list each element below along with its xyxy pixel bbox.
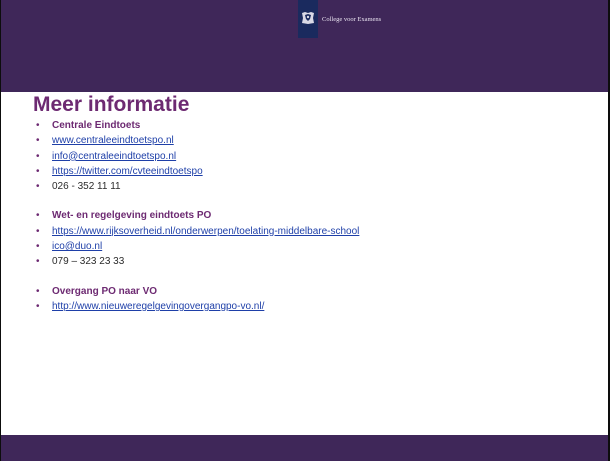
bullet-icon: • bbox=[36, 256, 40, 268]
section-heading: • Centrale Eindtoets bbox=[36, 118, 359, 133]
spacer bbox=[36, 270, 359, 284]
spacer bbox=[36, 194, 359, 208]
link-email-ico[interactable]: • ico@duo.nl bbox=[36, 239, 359, 254]
section-heading: • Wet- en regelgeving eindtoets PO bbox=[36, 208, 359, 223]
link-centraleeindtoetspo[interactable]: • www.centraleeindtoetspo.nl bbox=[36, 133, 359, 148]
page-title: Meer informatie bbox=[33, 93, 190, 116]
brand-name: College voor Examens bbox=[322, 16, 382, 23]
bullet-icon: • bbox=[36, 210, 40, 222]
frame-edge bbox=[0, 0, 1, 461]
bullet-icon: • bbox=[36, 225, 40, 237]
link-rijksoverheid[interactable]: • https://www.rijksoverheid.nl/onderwerpe… bbox=[36, 224, 359, 239]
rijksoverheid-emblem-icon bbox=[298, 0, 318, 38]
link-email-info[interactable]: • info@centraleeindtoetspo.nl bbox=[36, 149, 359, 164]
bullet-icon: • bbox=[36, 285, 40, 297]
header-bar: College voor Examens bbox=[0, 0, 610, 92]
link-twitter[interactable]: • https://twitter.com/cvteeindtoetspo bbox=[36, 164, 359, 179]
phone-number: • 026 - 352 11 11 bbox=[36, 179, 359, 194]
bullet-icon: • bbox=[36, 135, 40, 147]
bullet-icon: • bbox=[36, 300, 40, 312]
footer-bar bbox=[0, 435, 610, 461]
bullet-icon: • bbox=[36, 241, 40, 253]
bullet-icon: • bbox=[36, 181, 40, 193]
info-list: • Centrale Eindtoets • www.centraleeindtoe… bbox=[36, 118, 359, 314]
bullet-icon: • bbox=[36, 150, 40, 162]
phone-number: • 079 – 323 23 33 bbox=[36, 254, 359, 269]
slide: College voor Examens Meer informatie • Ce… bbox=[0, 0, 610, 461]
link-overgang[interactable]: • http://www.nieuweregelgevingovergangpo-… bbox=[36, 299, 359, 314]
bullet-icon: • bbox=[36, 120, 40, 131]
section-heading: • Overgang PO naar VO bbox=[36, 284, 359, 299]
bullet-icon: • bbox=[36, 165, 40, 177]
